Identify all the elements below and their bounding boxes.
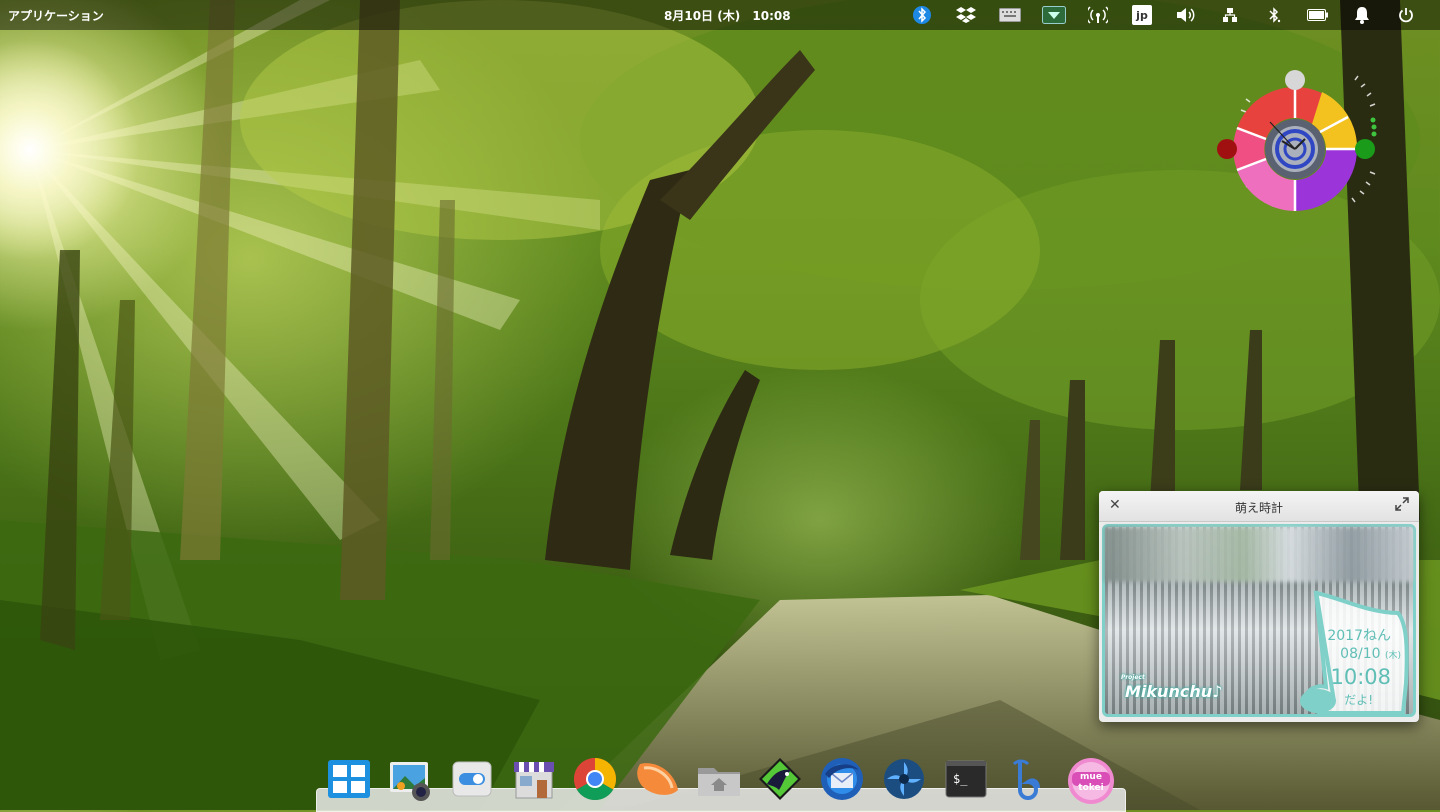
wireless-icon[interactable] — [1076, 3, 1120, 27]
indicator-area: jp — [900, 3, 1428, 27]
system-settings-icon[interactable] — [449, 756, 495, 802]
sublime-icon[interactable] — [634, 756, 680, 802]
panel-date: 8月10日 (木) — [664, 9, 741, 23]
ring-clock-widget[interactable] — [1210, 62, 1400, 222]
moe-tokei-icon[interactable]: mue tokei — [1066, 756, 1114, 804]
keyboard-layout-indicator[interactable]: jp — [1120, 3, 1164, 27]
moe-year: 2017ねん — [1327, 628, 1391, 644]
keyboard-layout-label: jp — [1132, 5, 1152, 25]
moe-clock-background — [1105, 527, 1413, 582]
display-icon[interactable] — [1032, 3, 1076, 27]
top-panel: アプリケーション 8月10日 (木) 10:08 jp — [0, 0, 1440, 30]
panel-time: 10:08 — [752, 9, 791, 23]
dropbox-icon[interactable] — [944, 3, 988, 27]
network-icon[interactable] — [1208, 3, 1252, 27]
battery-icon[interactable] — [1296, 3, 1340, 27]
chrome-icon[interactable] — [572, 756, 618, 802]
keyboard-icon[interactable] — [988, 3, 1032, 27]
power-icon[interactable] — [1384, 3, 1428, 27]
bibata-icon[interactable] — [1004, 756, 1050, 802]
moe-logo-small: Project — [1121, 674, 1145, 681]
moe-clock-face: 2017ねん 08/10 (木) 10:08 だよ! Project Mikun… — [1102, 524, 1416, 717]
moe-tokei-label: mue tokei — [1078, 772, 1104, 793]
bluetooth-app-icon[interactable] — [900, 3, 944, 27]
photos-icon[interactable] — [387, 756, 433, 802]
volume-icon[interactable] — [1164, 3, 1208, 27]
notifications-icon[interactable] — [1340, 3, 1384, 27]
terminal-icon[interactable]: $_ — [943, 756, 989, 802]
files-icon[interactable] — [696, 756, 742, 802]
moe-clock-window: ✕ 萌え時計 2017ねん 08/10 (木) 10:08 だよ! Projec… — [1099, 491, 1419, 722]
appcenter-icon[interactable] — [511, 756, 557, 802]
thunderbird-icon[interactable] — [819, 756, 865, 802]
inkscape-icon[interactable] — [757, 756, 803, 802]
terminal-prompt: $_ — [953, 772, 968, 786]
panel-clock[interactable]: 8月10日 (木) 10:08 — [664, 7, 799, 24]
maximize-icon[interactable] — [1395, 496, 1409, 515]
multitasking-view-icon[interactable] — [326, 756, 372, 802]
moe-date: 08/10 (木) — [1340, 646, 1401, 662]
moe-clock-title: 萌え時計 — [1234, 501, 1283, 515]
moe-logo: Project Mikunchu♪ — [1121, 674, 1223, 701]
applications-menu[interactable]: アプリケーション — [8, 7, 104, 24]
bluetooth-icon[interactable] — [1252, 3, 1296, 27]
moe-suffix: だよ! — [1344, 693, 1373, 707]
moe-time: 10:08 — [1330, 665, 1391, 689]
moe-date-value: 08/10 — [1340, 646, 1381, 662]
moe-weekday: (木) — [1384, 651, 1401, 661]
moe-clock-titlebar[interactable]: ✕ 萌え時計 — [1099, 491, 1419, 522]
moe-logo-text: Mikunchu♪ — [1125, 682, 1223, 701]
shotwell-icon[interactable] — [881, 756, 927, 802]
